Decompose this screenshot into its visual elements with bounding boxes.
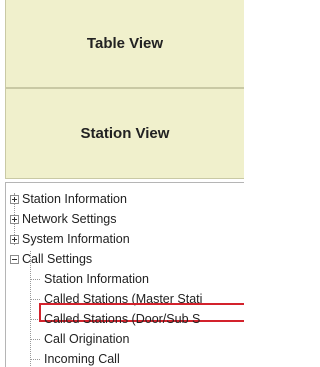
tree-node-network-settings[interactable]: Network Settings (22, 209, 116, 229)
tree-node-label: Incoming Call (44, 352, 120, 366)
tree-child-called-stations-door-sub[interactable]: Called Stations (Door/Sub S (44, 309, 200, 329)
tree-node-label: Call Settings (22, 252, 93, 266)
tree-connector (30, 279, 40, 280)
tree-child-incoming-call[interactable]: Incoming Call (44, 349, 120, 367)
expand-plus-icon[interactable] (10, 215, 19, 224)
tree-node-system-information[interactable]: System Information (22, 229, 130, 249)
tree-node-station-information[interactable]: Station Information (22, 189, 127, 209)
tree-node-label: Station Information (44, 272, 149, 286)
station-view-button[interactable]: Station View (5, 88, 244, 179)
station-view-label: Station View (80, 125, 170, 142)
tree-node-label: Called Stations (Door/Sub S (44, 312, 201, 326)
tree-child-call-origination[interactable]: Call Origination (44, 329, 129, 349)
tree-child-station-information[interactable]: Station Information (44, 269, 149, 289)
table-view-button[interactable]: Table View (5, 0, 244, 88)
tree-node-label: Network Settings (22, 212, 117, 226)
collapse-minus-icon[interactable] (10, 255, 19, 264)
tree-connector (30, 359, 40, 360)
tree-node-call-settings[interactable]: Call Settings (22, 249, 92, 269)
settings-tree: Station Information Network Settings Sys… (5, 182, 244, 367)
expand-plus-icon[interactable] (10, 235, 19, 244)
tree-node-label: System Information (22, 232, 130, 246)
table-view-label: Table View (86, 35, 164, 52)
tree-connector (30, 339, 40, 340)
tree-connector (30, 299, 40, 300)
tree-node-label: Station Information (22, 192, 127, 206)
expand-plus-icon[interactable] (10, 195, 19, 204)
tree-node-label: Call Origination (44, 332, 130, 346)
